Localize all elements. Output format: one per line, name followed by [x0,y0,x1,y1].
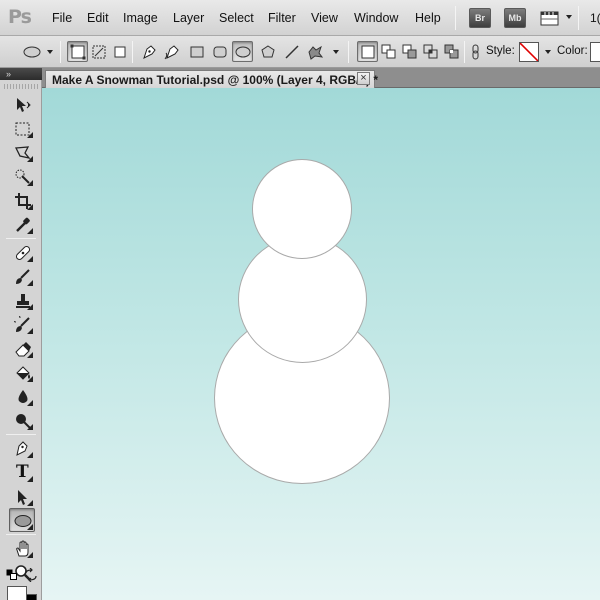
style-swatch[interactable] [519,42,539,62]
preset-caret-icon[interactable] [47,50,53,54]
pen-icon[interactable] [138,41,159,62]
menu-window[interactable]: Window [354,11,398,25]
menu-image[interactable]: Image [123,11,158,25]
menu-view[interactable]: View [311,11,338,25]
dodge-tool-icon[interactable] [9,408,35,432]
paths-icon[interactable] [88,41,109,62]
brush-tool-icon[interactable] [9,264,35,288]
default-colors-icon[interactable] [6,569,18,581]
pen-tool-icon[interactable] [9,436,35,460]
view-extras-caret-icon[interactable] [566,15,572,19]
tools-grip[interactable] [4,84,38,89]
menu-filter[interactable]: Filter [268,11,296,25]
tools-panel: » T [0,68,42,600]
history-brush-tool-icon[interactable] [9,312,35,336]
shape-layers-icon[interactable] [67,41,88,62]
move-tool-icon[interactable] [9,92,35,116]
lasso-tool-icon[interactable] [9,140,35,164]
snowman-head-ellipse[interactable] [252,159,352,259]
rectangle-icon[interactable] [186,41,207,62]
tools-panel-header[interactable]: » [0,68,42,80]
custom-shape-caret-icon[interactable] [333,50,339,54]
exclude-icon[interactable] [441,41,462,62]
collapse-icon[interactable]: » [6,69,11,79]
color-swatch[interactable] [590,42,600,62]
menu-edit[interactable]: Edit [87,11,109,25]
document-canvas[interactable] [42,88,600,600]
blur-tool-icon[interactable] [9,384,35,408]
fill-pixels-icon[interactable] [109,41,130,62]
document-tab[interactable]: Make A Snowman Tutorial.psd @ 100% (Laye… [45,70,379,88]
eraser-tool-icon[interactable] [9,336,35,360]
close-document-icon[interactable]: × [357,72,370,85]
menu-separator [578,6,579,30]
add-icon[interactable] [378,41,399,62]
style-label: Style: [486,45,515,57]
eyedropper-tool-icon[interactable] [9,212,35,236]
new-layer-icon[interactable] [357,41,378,62]
document-title: Make A Snowman Tutorial.psd @ 100% (Laye… [52,73,379,87]
ellipse-tool-icon[interactable] [9,508,35,532]
rounded-rectangle-icon[interactable] [209,41,230,62]
bridge-button[interactable]: Br [469,8,491,28]
foreground-color-swatch[interactable] [7,586,27,600]
polygon-icon[interactable] [257,41,278,62]
style-caret-icon[interactable] [545,50,551,54]
paint-bucket-tool-icon[interactable] [9,360,35,384]
quick-selection-tool-icon[interactable] [9,164,35,188]
photoshop-logo: Ps [8,6,32,28]
menu-bar: Ps File Edit Image Layer Select Filter V… [0,0,600,36]
document-tab-strip: Make A Snowman Tutorial.psd @ 100% (Laye… [42,68,600,88]
intersect-icon[interactable] [420,41,441,62]
menu-select[interactable]: Select [219,11,254,25]
view-extras-icon[interactable] [540,9,560,27]
menu-separator [455,6,456,30]
marquee-tool-icon[interactable] [9,116,35,140]
type-tool-icon[interactable]: T [9,460,35,484]
line-icon[interactable] [281,41,302,62]
clone-stamp-tool-icon[interactable] [9,288,35,312]
link-icon[interactable] [466,41,487,62]
freeform-pen-icon[interactable] [161,41,182,62]
zoom-readout[interactable]: 1( [590,11,600,25]
crop-tool-icon[interactable] [9,188,35,212]
ellipse-preset-icon[interactable] [20,41,41,62]
menu-file[interactable]: File [52,11,72,25]
menu-help[interactable]: Help [415,11,441,25]
ellipse-icon[interactable] [232,41,253,62]
subtract-icon[interactable] [399,41,420,62]
healing-brush-tool-icon[interactable] [9,240,35,264]
menu-layer[interactable]: Layer [173,11,204,25]
mini-bridge-button[interactable]: Mb [504,8,526,28]
color-label: Color: [557,45,588,57]
custom-shape-icon[interactable] [303,41,324,62]
swap-colors-icon[interactable] [24,567,38,583]
path-selection-tool-icon[interactable] [9,484,35,508]
hand-tool-icon[interactable] [9,536,35,560]
